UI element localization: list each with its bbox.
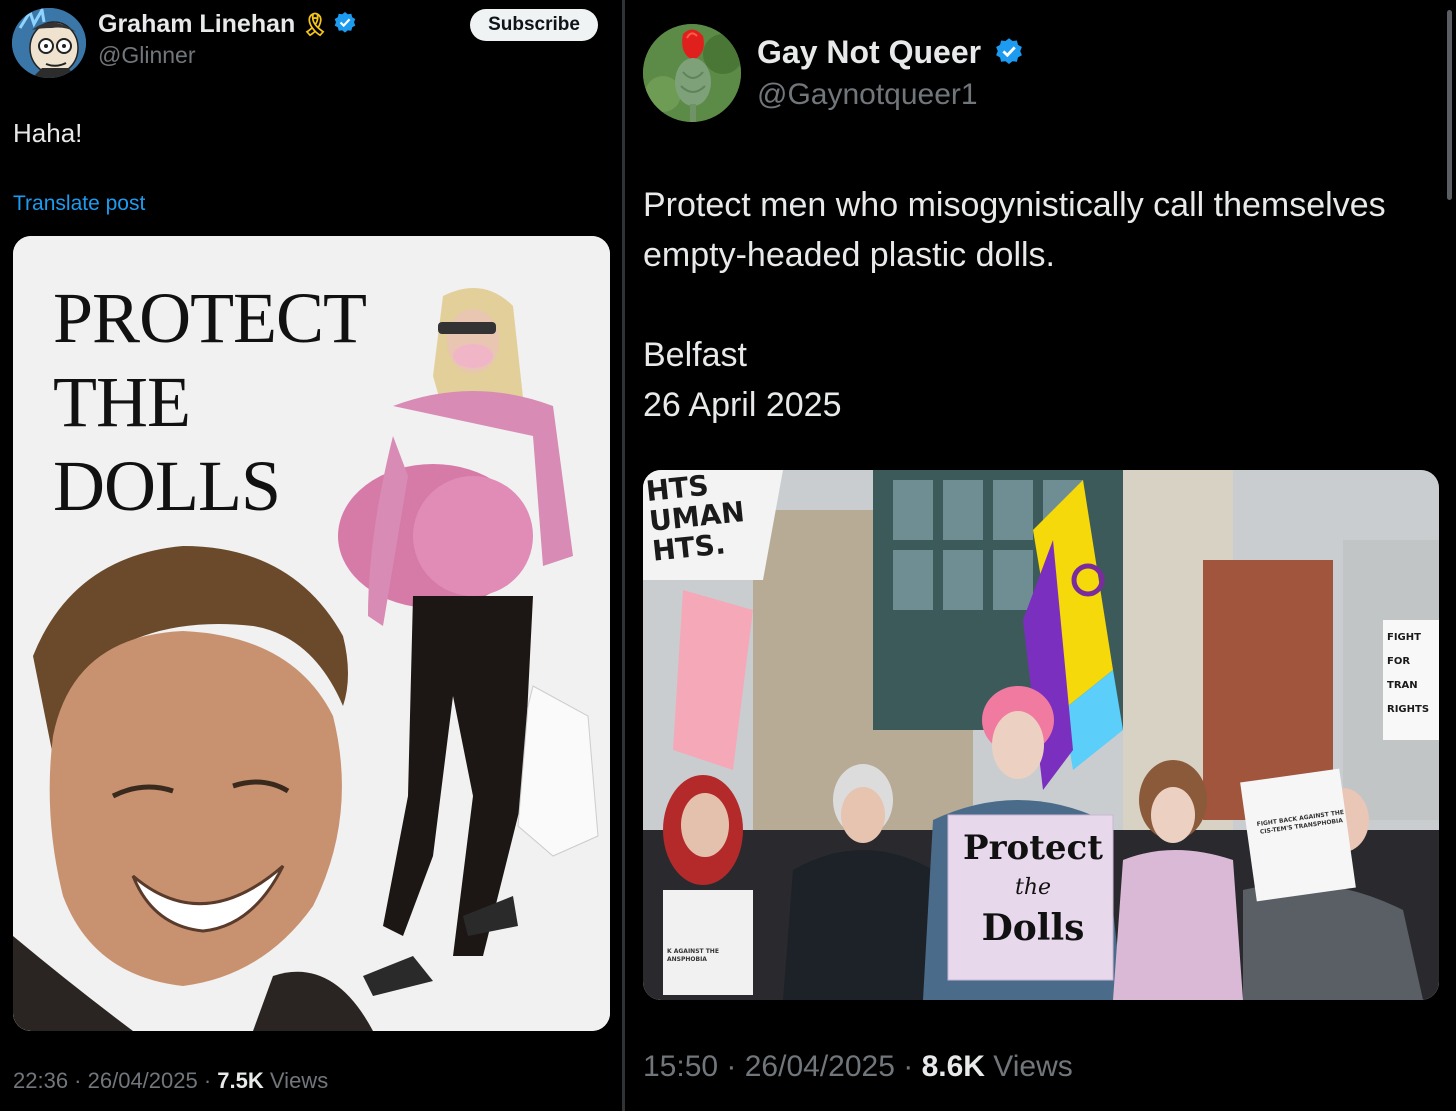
post-image[interactable]: PROTECT THE DOLLS: [13, 236, 610, 1031]
views-label: Views: [269, 1068, 329, 1093]
author-name-text: Graham Linehan: [98, 10, 296, 38]
sign-small-left: K AGAINST THE ANSPHOBIA: [667, 948, 719, 964]
post-text-line: Protect men who misogynistically call th…: [643, 186, 1386, 274]
sign-line: FIGHT: [1387, 632, 1421, 643]
views-label: Views: [993, 1050, 1073, 1083]
poster-title: PROTECT THE DOLLS: [53, 276, 367, 528]
post-location: Belfast: [643, 336, 747, 374]
sign-line: Protect: [963, 828, 1103, 868]
poster-line: THE: [53, 362, 191, 442]
post-time[interactable]: 15:50: [643, 1050, 718, 1083]
post-date[interactable]: 26/04/2025: [745, 1050, 895, 1083]
sign-line: ANSPHOBIA: [667, 956, 707, 963]
cartoon-avatar-icon: [12, 8, 86, 78]
post-image[interactable]: HTS UMAN HTS. Protect the Dolls FIGHT BA…: [643, 470, 1439, 1000]
sign-line: K AGAINST THE: [667, 948, 719, 955]
author-handle[interactable]: @Gaynotqueer1: [757, 78, 978, 112]
views-count: 8.6K: [921, 1050, 985, 1083]
author-handle[interactable]: @Glinner: [98, 42, 196, 69]
sign-line: the: [1014, 875, 1052, 900]
poster-line: DOLLS: [53, 446, 281, 526]
author-name-text: Gay Not Queer: [757, 34, 982, 70]
author-name[interactable]: Gay Not Queer: [757, 34, 1024, 71]
post-time[interactable]: 22:36: [13, 1068, 68, 1093]
views-count: 7.5K: [217, 1068, 264, 1093]
sign-line: TRAN: [1387, 680, 1418, 691]
yellow-ribbon-icon: 🎗: [301, 12, 330, 37]
scrollbar[interactable]: [1447, 10, 1452, 200]
sign-line: Dolls: [981, 907, 1085, 949]
post-text: Haha!: [13, 118, 83, 148]
sign-human-rights: HTS UMAN HTS.: [644, 470, 750, 568]
subscribe-button[interactable]: Subscribe: [470, 9, 598, 41]
author-name[interactable]: Graham Linehan 🎗: [98, 10, 357, 39]
translate-post-link[interactable]: Translate post: [13, 192, 145, 216]
sign-line: RIGHTS: [1387, 704, 1430, 715]
sign-line: FOR: [1387, 656, 1411, 667]
poppy-avatar-icon: [643, 24, 741, 122]
post-date-text: 26 April 2025: [643, 386, 842, 424]
post-date[interactable]: 26/04/2025: [88, 1068, 198, 1093]
right-post: Gay Not Queer @Gaynotqueer1 Protect men …: [625, 0, 1456, 1111]
avatar[interactable]: [643, 24, 741, 122]
post-meta: 15:50 · 26/04/2025 · 8.6K Views: [643, 1050, 1073, 1083]
avatar[interactable]: [12, 8, 86, 78]
left-post: Graham Linehan 🎗 @Glinner Subscribe Haha!…: [0, 0, 622, 1111]
post-text: Protect men who misogynistically call th…: [643, 180, 1423, 430]
verified-badge-icon: [334, 12, 356, 33]
sign-protect-the-dolls: Protect the Dolls: [958, 828, 1108, 948]
poster-line: PROTECT: [53, 278, 367, 358]
post-meta: 22:36 · 26/04/2025 · 7.5K Views: [13, 1068, 329, 1093]
sign-trans-rights: FIGHT FOR TRAN RIGHTS: [1387, 626, 1439, 722]
verified-badge-icon: [996, 38, 1022, 64]
